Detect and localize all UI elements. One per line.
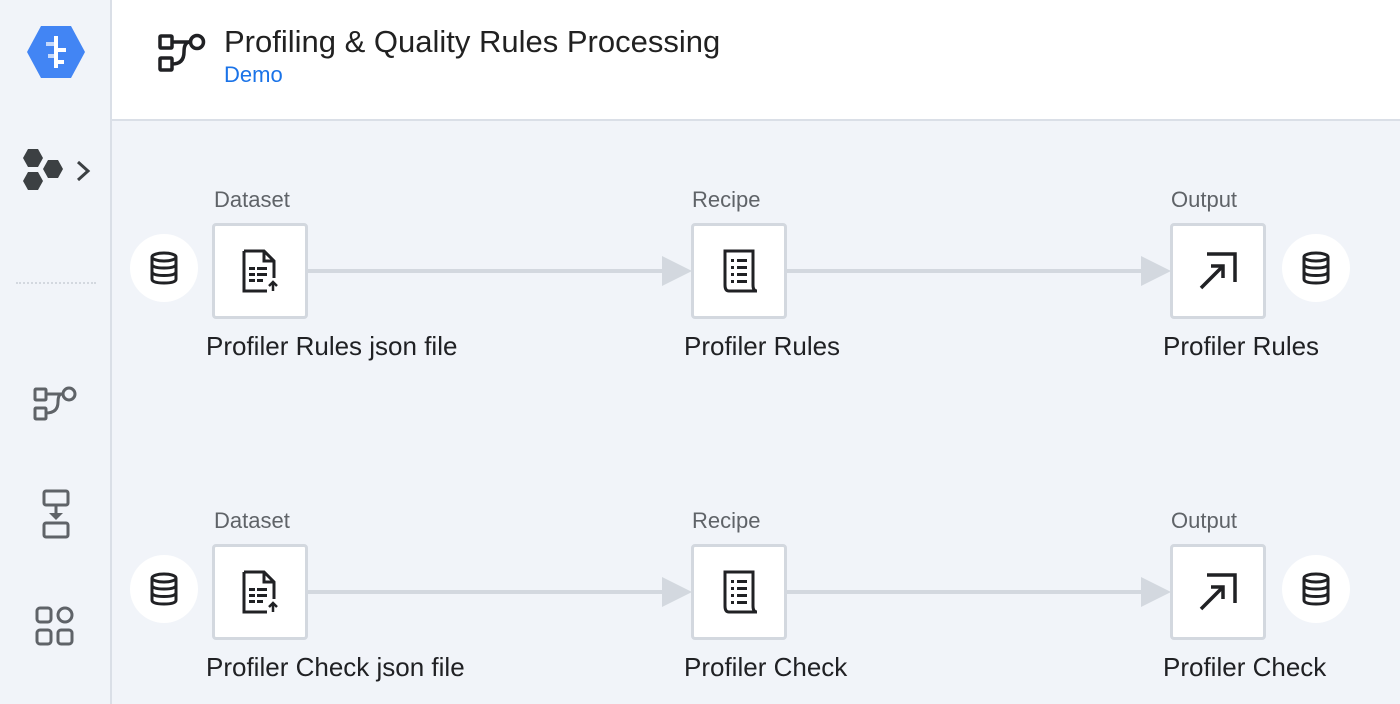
- node-name[interactable]: Profiler Check: [684, 652, 847, 683]
- database-icon[interactable]: [130, 555, 198, 623]
- flow-edge: [308, 590, 664, 594]
- output-arrow-icon: [1199, 573, 1237, 611]
- recipe-icon: [723, 570, 758, 614]
- database-icon[interactable]: [1282, 234, 1350, 302]
- library-icon[interactable]: [34, 604, 78, 648]
- dataprep-logo-icon[interactable]: [26, 24, 86, 80]
- dataset-node[interactable]: [212, 544, 308, 640]
- flow-edge: [787, 590, 1143, 594]
- left-rail: [0, 0, 112, 704]
- database-icon[interactable]: [130, 234, 198, 302]
- node-type-label: Recipe: [692, 187, 761, 212]
- import-file-icon: [242, 570, 278, 614]
- page-header: Profiling & Quality Rules Processing Dem…: [112, 0, 1400, 121]
- node-type-label: Output: [1171, 187, 1238, 212]
- project-link[interactable]: Demo: [224, 62, 283, 88]
- node-name[interactable]: Profiler Check json file: [206, 652, 465, 683]
- node-type-label: Recipe: [692, 508, 761, 533]
- flow-canvas: Dataset Profiler Rules json file Recipe …: [112, 121, 1400, 704]
- node-type-label: Dataset: [214, 508, 290, 533]
- output-node[interactable]: [1170, 223, 1266, 319]
- edge-arrowhead: [1141, 256, 1171, 286]
- flow-edge: [787, 269, 1143, 273]
- flow-icon[interactable]: [32, 384, 80, 424]
- recipe-icon: [723, 249, 758, 293]
- rail-divider: [16, 282, 96, 284]
- output-node[interactable]: [1170, 544, 1266, 640]
- recipe-node[interactable]: [691, 223, 787, 319]
- node-name[interactable]: Profiler Rules: [1163, 331, 1319, 362]
- node-type-label: Dataset: [214, 187, 290, 212]
- flow-edge: [308, 269, 664, 273]
- import-data-icon[interactable]: [38, 488, 74, 540]
- flows-hexagons-icon[interactable]: [20, 146, 96, 196]
- dataset-node[interactable]: [212, 223, 308, 319]
- node-type-label: Output: [1171, 508, 1238, 533]
- recipe-node[interactable]: [691, 544, 787, 640]
- edge-arrowhead: [662, 256, 692, 286]
- import-file-icon: [242, 249, 278, 293]
- node-name[interactable]: Profiler Check: [1163, 652, 1326, 683]
- edge-arrowhead: [1141, 577, 1171, 607]
- flow-icon: [156, 30, 208, 81]
- edge-arrowhead: [662, 577, 692, 607]
- database-icon[interactable]: [1282, 555, 1350, 623]
- node-name[interactable]: Profiler Rules: [684, 331, 840, 362]
- page-title: Profiling & Quality Rules Processing: [224, 24, 721, 59]
- node-name[interactable]: Profiler Rules json file: [206, 331, 457, 362]
- output-arrow-icon: [1199, 252, 1237, 290]
